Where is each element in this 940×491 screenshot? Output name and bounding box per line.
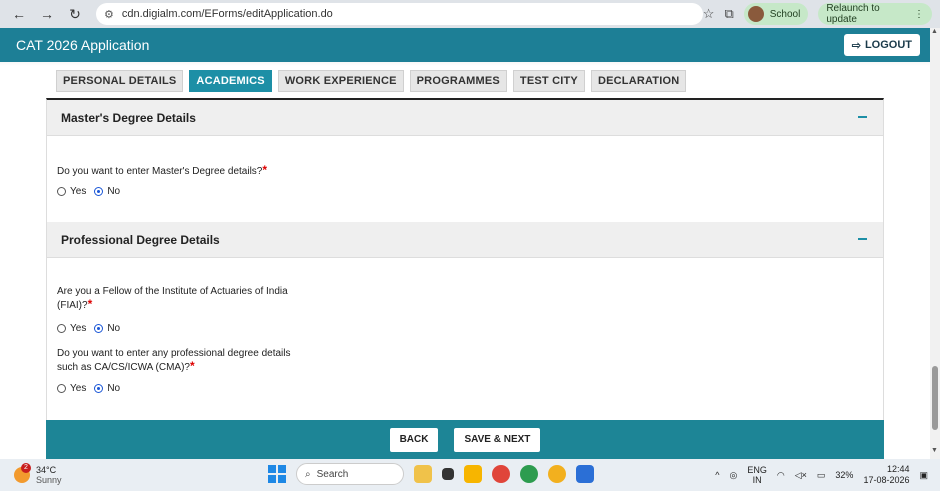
kebab-menu-icon[interactable]: ⋮ (914, 9, 924, 20)
taskbar-search[interactable]: ⌕ Search (296, 463, 404, 485)
masters-question: Do you want to enter Master's Degree det… (57, 164, 267, 178)
collapse-icon[interactable] (858, 238, 867, 240)
extensions-icon[interactable]: ⧉ (724, 6, 733, 22)
section-tabs: PERSONAL DETAILS ACADEMICS WORK EXPERIEN… (56, 70, 687, 92)
chevron-up-icon[interactable]: ^ (715, 470, 719, 480)
system-tray: ^ ◎ ENG IN ◠ ◁× ▭ 32% 12:44 17-08-2026 ▣ (715, 464, 928, 486)
masters-degree-panel: Master's Degree Details Do you want to e… (46, 98, 884, 222)
required-marker: * (262, 163, 268, 177)
professional-yes-label[interactable]: Yes (70, 383, 86, 394)
professional-question-line1: Do you want to enter any professional de… (57, 348, 291, 359)
start-menu-icon[interactable] (268, 465, 286, 483)
scroll-up-icon[interactable]: ▲ (931, 28, 938, 35)
main-content: PERSONAL DETAILS ACADEMICS WORK EXPERIEN… (0, 62, 930, 459)
professional-degree-header[interactable]: Professional Degree Details (47, 222, 883, 258)
masters-yes-label[interactable]: Yes (70, 186, 86, 197)
fiai-no-label[interactable]: No (107, 323, 120, 334)
windows-taskbar: 2 34°C Sunny ⌕ Search ^ ◎ ENG IN ◠ ◁× ▭ … (0, 459, 940, 491)
chrome-alt-icon[interactable] (548, 465, 566, 483)
scrollbar-thumb[interactable] (932, 366, 938, 430)
temperature: 34°C (36, 465, 57, 475)
logout-button[interactable]: ⇨ LOGOUT (843, 34, 920, 56)
save-next-button[interactable]: SAVE & NEXT (454, 427, 541, 452)
tab-academics[interactable]: ACADEMICS (189, 70, 272, 92)
masters-question-text: Do you want to enter Master's Degree det… (57, 166, 263, 177)
reload-icon[interactable]: ↻ (66, 6, 84, 23)
masters-yes-radio[interactable] (57, 187, 66, 196)
professional-no-radio[interactable] (94, 384, 104, 393)
page-scrollbar[interactable]: ▲ ▼ (930, 28, 940, 459)
url-text: cdn.digialm.com/EForms/editApplication.d… (121, 8, 333, 20)
masters-degree-heading: Master's Degree Details (61, 110, 196, 125)
fiai-question: Are you a Fellow of the Institute of Act… (57, 286, 288, 312)
clock[interactable]: 12:44 17-08-2026 (863, 464, 909, 486)
notification-badge: 2 (21, 463, 31, 473)
forward-arrow-icon[interactable]: → (38, 6, 56, 22)
outlook-icon[interactable] (576, 465, 594, 483)
logout-label: LOGOUT (864, 39, 912, 51)
collapse-icon[interactable] (858, 116, 867, 118)
masters-no-radio[interactable] (94, 187, 104, 196)
battery-icon[interactable]: ▭ (817, 470, 826, 481)
fiai-question-line2: (FIAI)? (57, 300, 88, 311)
tab-programmes[interactable]: PROGRAMMES (409, 70, 507, 92)
masters-degree-header[interactable]: Master's Degree Details (47, 100, 883, 136)
sun-icon: 2 (14, 463, 31, 483)
fiai-yes-label[interactable]: Yes (70, 323, 86, 334)
professional-options: Yes No (57, 383, 120, 394)
profile-button[interactable]: School (743, 3, 809, 25)
page-title: CAT 2026 Application (16, 37, 150, 53)
masters-no-label[interactable]: No (107, 186, 120, 197)
fiai-options: Yes No (57, 323, 120, 334)
search-placeholder: Search (316, 468, 349, 480)
required-marker: * (190, 359, 195, 373)
search-icon: ⌕ (305, 468, 311, 480)
back-arrow-icon[interactable]: ← (10, 6, 28, 22)
app-header: CAT 2026 Application ⇨ LOGOUT (0, 28, 940, 62)
task-view-icon[interactable] (442, 468, 454, 480)
bookmark-star-icon[interactable]: ☆ (703, 6, 715, 22)
notifications-icon[interactable]: ▣ (919, 470, 928, 481)
relaunch-label: Relaunch to update (826, 3, 880, 25)
back-button[interactable]: BACK (389, 427, 439, 452)
professional-yes-radio[interactable] (57, 384, 66, 393)
avatar (747, 6, 764, 22)
fiai-no-radio[interactable] (94, 324, 104, 333)
wifi-icon[interactable]: ◠ (777, 470, 785, 481)
logout-icon: ⇨ (851, 39, 861, 52)
masters-options: Yes No (57, 186, 120, 197)
tab-work-experience[interactable]: WORK EXPERIENCE (277, 70, 404, 92)
scroll-down-icon[interactable]: ▼ (931, 447, 938, 454)
action-bar: BACK SAVE & NEXT (46, 420, 884, 459)
fiai-yes-radio[interactable] (57, 324, 66, 333)
profile-label: School (769, 8, 801, 20)
chrome-profile-icon[interactable] (520, 465, 538, 483)
clock-date: 17-08-2026 (863, 475, 910, 485)
professional-question: Do you want to enter any professional de… (57, 348, 290, 374)
relaunch-button[interactable]: Relaunch to update ⋮ (818, 3, 932, 25)
battery-level: 32% (835, 470, 854, 480)
clock-time: 12:44 (886, 464, 910, 474)
weather-widget[interactable]: 2 34°C Sunny (0, 463, 62, 485)
location-icon[interactable]: ◎ (729, 470, 737, 481)
tab-declaration[interactable]: DECLARATION (590, 70, 687, 92)
tab-personal-details[interactable]: PERSONAL DETAILS (56, 70, 184, 92)
language-indicator[interactable]: ENG IN (747, 465, 767, 485)
volume-icon[interactable]: ◁× (795, 470, 807, 481)
file-explorer-icon[interactable] (464, 465, 482, 483)
chrome-icon[interactable] (492, 465, 510, 483)
professional-degree-panel: Professional Degree Details Are you a Fe… (46, 222, 884, 420)
site-settings-icon[interactable]: ⚙ (104, 8, 114, 21)
scroll-fade (0, 62, 930, 66)
professional-no-label[interactable]: No (107, 383, 120, 394)
address-bar[interactable]: ⚙ cdn.digialm.com/EForms/editApplication… (96, 3, 703, 25)
tab-test-city[interactable]: TEST CITY (512, 70, 585, 92)
professional-question-line2: such as CA/CS/ICWA (CMA)? (57, 362, 190, 373)
professional-degree-heading: Professional Degree Details (61, 232, 220, 247)
browser-toolbar: ← → ↻ ⚙ cdn.digialm.com/EForms/editAppli… (0, 0, 940, 28)
widgets-icon[interactable] (414, 465, 432, 483)
required-marker: * (87, 297, 93, 311)
weather-condition: Sunny (36, 475, 62, 485)
